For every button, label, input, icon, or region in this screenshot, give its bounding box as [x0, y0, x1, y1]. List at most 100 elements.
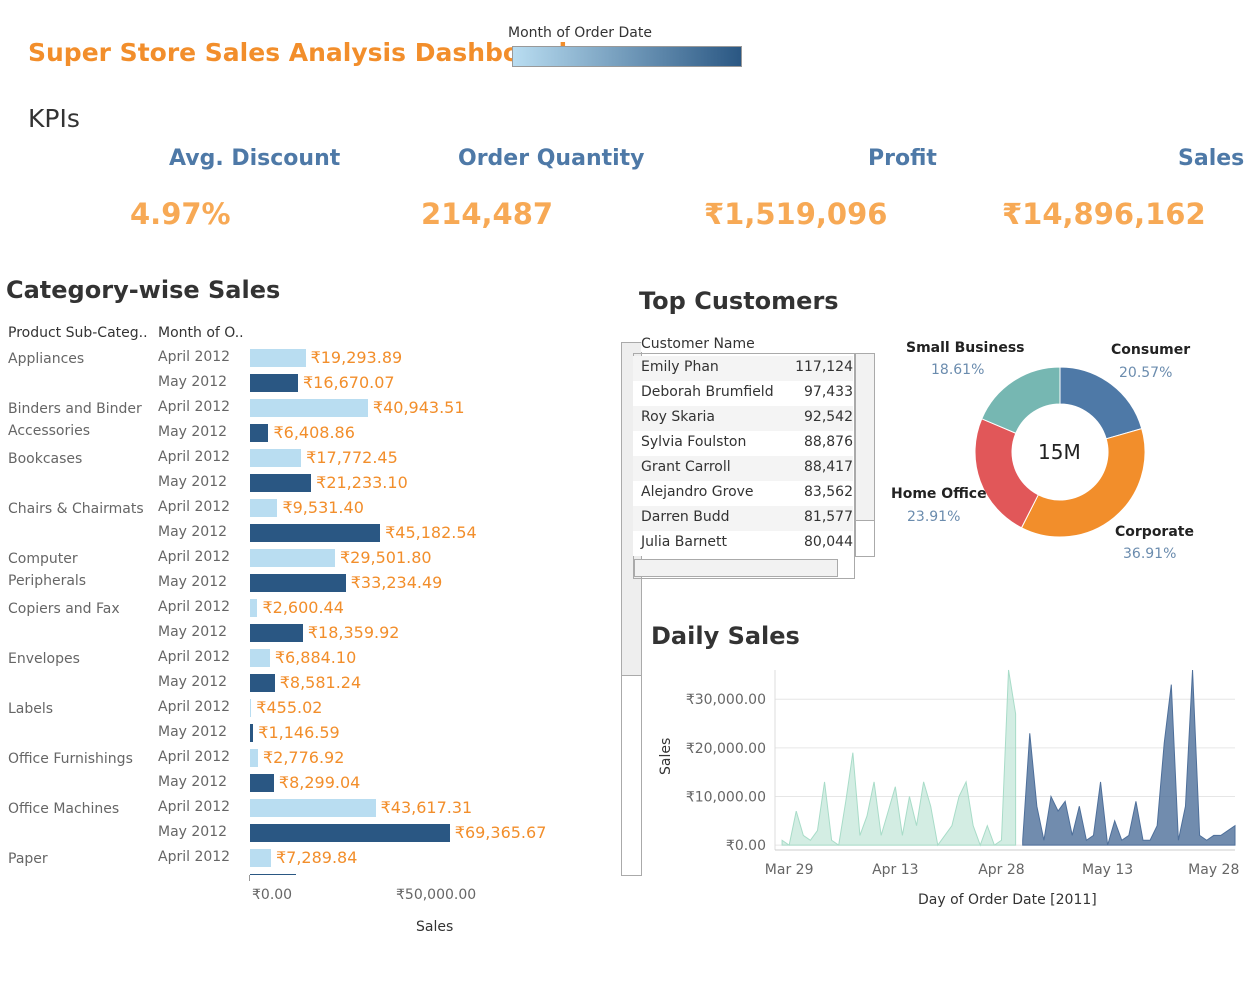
kpi-label-avg-discount: Avg. Discount [169, 146, 341, 171]
customer-row[interactable]: Alejandro Grove 83,562 [633, 481, 853, 506]
customer-vscrollbar-thumb[interactable] [856, 354, 874, 521]
sales-bar[interactable] [250, 349, 306, 367]
x-tick-50000: ₹50,000.00 [396, 887, 477, 903]
bar-value-label: ₹40,943.51 [372, 398, 465, 417]
customer-hscrollbar[interactable] [634, 559, 838, 577]
subcategory-label[interactable]: Binders and Binder Accessories [8, 398, 153, 442]
month-label: May 2012 [158, 674, 228, 690]
category-sales-heading: Category-wise Sales [6, 276, 281, 304]
customer-sales-value: 92,542 [804, 409, 853, 425]
sales-bar[interactable] [250, 774, 274, 792]
customer-sales-value: 97,433 [804, 384, 853, 400]
donut-slice-small-business[interactable] [981, 366, 1061, 434]
kpis-heading: KPIs [28, 104, 80, 133]
donut-slice-home-office[interactable] [974, 418, 1039, 529]
sales-bar[interactable] [250, 799, 376, 817]
customer-name: Sylvia Foulston [641, 434, 747, 450]
bar-value-label: ₹6,884.10 [274, 648, 357, 667]
subcategory-label[interactable]: Office Furnishings [8, 748, 153, 770]
bar-value-label: ₹18,359.92 [307, 623, 400, 642]
month-color-legend[interactable] [512, 46, 742, 67]
segment-label-consumer: Consumer [1111, 342, 1191, 358]
customer-row[interactable]: Julia Barnett 80,044 [633, 531, 853, 556]
customer-row[interactable]: Emily Phan 117,124 [633, 356, 853, 381]
sales-bar[interactable] [250, 424, 269, 442]
month-label: April 2012 [158, 449, 231, 465]
sales-bar[interactable] [250, 599, 258, 617]
bar-value-label: ₹455.02 [256, 698, 323, 717]
bar-value-label: ₹16,670.07 [303, 373, 395, 392]
bar-value-label: ₹17,772.45 [306, 448, 398, 467]
month-label: May 2012 [158, 574, 228, 590]
month-label: May 2012 [158, 724, 228, 740]
customer-name: Grant Carroll [641, 459, 731, 475]
bar-value-label: ₹2,776.92 [262, 748, 345, 767]
sales-bar-partial[interactable] [250, 874, 296, 875]
month-label: April 2012 [158, 799, 231, 815]
month-label: May 2012 [158, 824, 228, 840]
subcategory-label[interactable]: Bookcases [8, 448, 153, 470]
sales-bar[interactable] [250, 449, 302, 467]
kpi-value-order-quantity: 214,487 [421, 197, 554, 231]
sales-bar[interactable] [250, 674, 275, 692]
sales-bar[interactable] [250, 749, 258, 767]
category-bar-chart[interactable]: Appliances April 2012 ₹19,293.89 May 2012 ₹1… [0, 345, 615, 875]
col-header-subcategory[interactable]: Product Sub-Categ.. [8, 325, 148, 341]
month-label: May 2012 [158, 474, 228, 490]
customer-row[interactable]: Darren Budd 81,577 [633, 506, 853, 531]
kpi-label-profit: Profit [868, 146, 937, 171]
customer-name: Deborah Brumfield [641, 384, 774, 400]
daily-sales-area-may[interactable] [1022, 669, 1236, 846]
sales-bar[interactable] [250, 824, 450, 842]
col-header-month[interactable]: Month of O.. [158, 325, 244, 341]
sales-bar[interactable] [250, 699, 252, 717]
bar-value-label: ₹8,581.24 [279, 673, 362, 692]
customer-name: Roy Skaria [641, 409, 715, 425]
sales-bar[interactable] [250, 499, 278, 517]
segment-pct-corporate: 36.91% [1123, 546, 1177, 562]
sales-bar[interactable] [250, 624, 303, 642]
x-axis-tick-mark [249, 875, 250, 881]
customer-row[interactable]: Grant Carroll 88,417 [633, 456, 853, 481]
y-tick-label: ₹30,000.00 [686, 692, 766, 708]
sales-bar[interactable] [250, 374, 298, 392]
bar-value-label: ₹21,233.10 [316, 473, 408, 492]
subcategory-label[interactable]: Appliances [8, 348, 153, 370]
customer-row[interactable]: Sylvia Foulston 88,876 [633, 431, 853, 456]
subcategory-label[interactable]: Envelopes [8, 648, 153, 670]
subcategory-label[interactable]: Labels [8, 698, 153, 720]
customer-row[interactable]: Deborah Brumfield 97,433 [633, 381, 853, 406]
subcategory-label[interactable]: Copiers and Fax [8, 598, 153, 620]
segment-label-corporate: Corporate [1115, 524, 1194, 540]
daily-sales-area-april[interactable] [781, 669, 1017, 847]
sales-bar[interactable] [250, 474, 312, 492]
month-label: April 2012 [158, 499, 231, 515]
customer-sales-value: 117,124 [795, 359, 853, 375]
legend-title: Month of Order Date [508, 25, 652, 41]
customer-vscrollbar[interactable] [855, 353, 875, 557]
subcategory-label[interactable]: Computer Peripherals [8, 548, 153, 592]
segment-pct-consumer: 20.57% [1119, 365, 1173, 381]
customer-row[interactable]: Roy Skaria 92,542 [633, 406, 853, 431]
sales-bar[interactable] [250, 849, 271, 867]
x-tick-label: Mar 29 [765, 862, 814, 878]
sales-bar[interactable] [250, 649, 270, 667]
bar-value-label: ₹29,501.80 [339, 548, 432, 567]
daily-sales-area-chart[interactable]: ₹30,000.00 ₹20,000.00 ₹10,000.00 ₹0.00 Mar 2… [650, 660, 1245, 920]
bar-value-label: ₹45,182.54 [385, 523, 477, 542]
sales-bar[interactable] [250, 574, 346, 592]
sales-bar[interactable] [250, 524, 381, 542]
y-tick-label: ₹20,000.00 [686, 741, 766, 757]
bar-value-label: ₹43,617.31 [380, 798, 473, 817]
customer-name: Emily Phan [641, 359, 719, 375]
sales-bar[interactable] [250, 724, 254, 742]
bar-value-label: ₹6,408.86 [273, 423, 355, 442]
month-label: April 2012 [158, 849, 231, 865]
customer-table-header[interactable]: Customer Name [641, 336, 761, 352]
customer-name: Alejandro Grove [641, 484, 754, 500]
subcategory-label[interactable]: Chairs & Chairmats [8, 498, 153, 520]
subcategory-label[interactable]: Office Machines [8, 798, 153, 820]
sales-bar[interactable] [250, 549, 335, 567]
sales-bar[interactable] [250, 399, 368, 417]
subcategory-label[interactable]: Paper [8, 848, 153, 870]
